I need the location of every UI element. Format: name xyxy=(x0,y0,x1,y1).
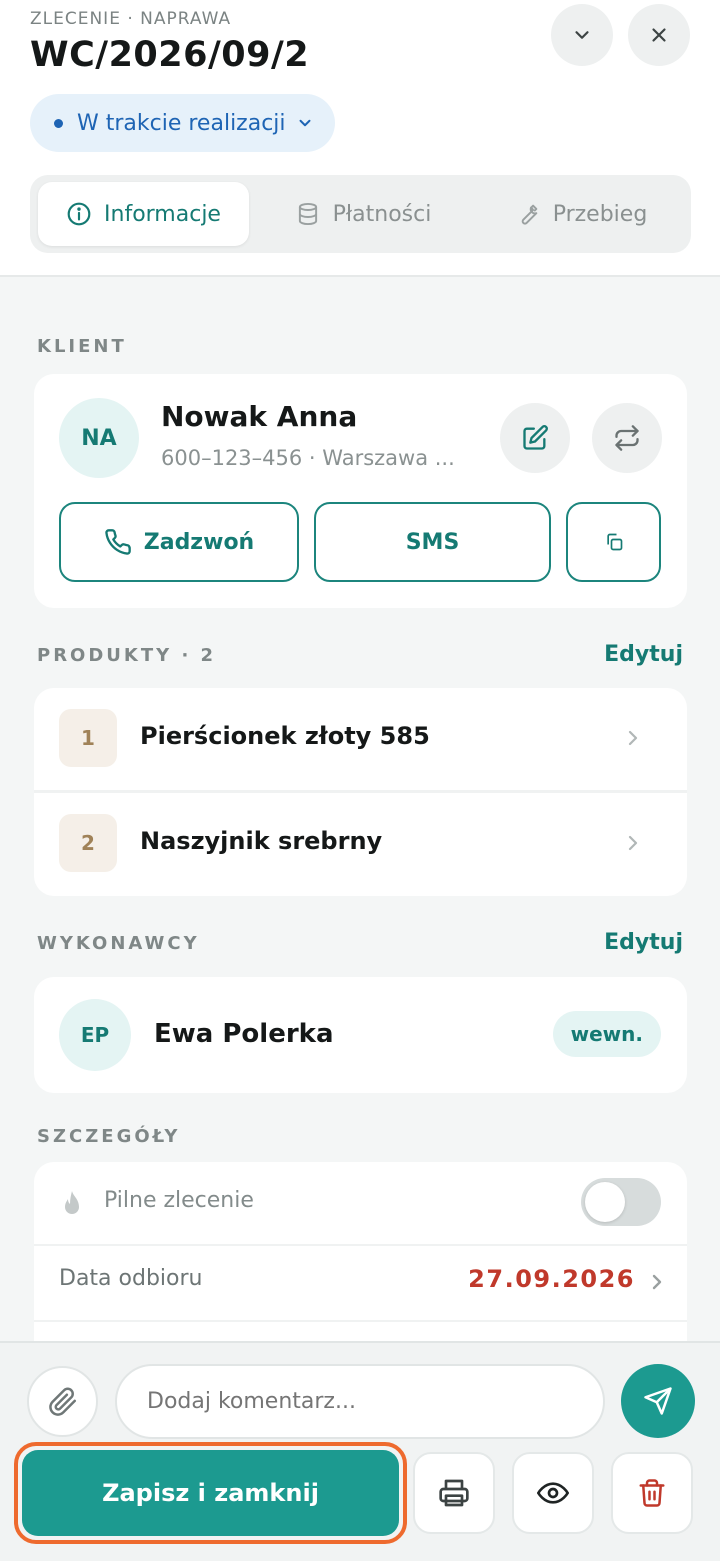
client-card: NA Nowak Anna 600–123–456 · Warszawa ...… xyxy=(34,374,687,608)
printer-icon xyxy=(439,1479,469,1507)
attach-button[interactable] xyxy=(27,1366,98,1437)
sms-button[interactable]: SMS xyxy=(314,502,551,582)
chevron-down-icon xyxy=(299,119,311,127)
copy-icon xyxy=(606,533,622,551)
urgent-row: Pilne zlecenie xyxy=(34,1162,687,1242)
product-name: Pierścionek złoty 585 xyxy=(140,722,430,750)
print-button[interactable] xyxy=(413,1452,495,1534)
avatar: EP xyxy=(59,999,131,1071)
urgent-label: Pilne zlecenie xyxy=(104,1188,254,1213)
status-dropdown[interactable]: W trakcie realizacji xyxy=(30,94,335,152)
status-dot xyxy=(54,118,63,128)
save-button-label: Zapisz i zamknij xyxy=(102,1479,319,1507)
tab-przebieg[interactable]: Przebieg xyxy=(476,182,686,246)
products-card: 1 Pierścionek złoty 585 2 Naszyjnik sreb… xyxy=(34,688,687,896)
tab-informacje[interactable]: Informacje xyxy=(38,182,249,246)
edit-products-link[interactable]: Edytuj xyxy=(604,642,683,667)
copy-button[interactable] xyxy=(566,502,661,582)
preview-button[interactable] xyxy=(512,1452,594,1534)
swap-icon xyxy=(615,425,639,451)
chevron-right-icon xyxy=(652,1274,662,1290)
tab-label: Płatności xyxy=(332,201,432,227)
edit-icon xyxy=(523,425,548,450)
change-client-button[interactable] xyxy=(592,403,662,473)
status-badge: wewn. xyxy=(552,1011,661,1057)
send-icon xyxy=(644,1387,672,1415)
bottom-action-bar: Zapisz i zamknij xyxy=(0,1341,720,1561)
list-item[interactable]: 2 Naszyjnik srebrny xyxy=(34,793,687,896)
eye-icon xyxy=(537,1482,569,1504)
call-button[interactable]: Zadzwoń xyxy=(59,502,299,582)
divider xyxy=(34,1320,687,1322)
avatar: NA xyxy=(59,398,139,478)
product-name: Naszyjnik srebrny xyxy=(140,827,383,855)
list-item[interactable]: 1 Pierścionek złoty 585 xyxy=(34,688,687,791)
close-button[interactable] xyxy=(628,4,690,66)
trash-icon xyxy=(639,1479,665,1507)
pickup-date-row[interactable]: Data odbioru 27.09.2026 xyxy=(34,1246,687,1326)
chevron-right-icon xyxy=(628,730,638,746)
close-icon xyxy=(652,28,666,42)
wrench-icon xyxy=(521,204,538,225)
save-and-close-button[interactable]: Zapisz i zamknij xyxy=(22,1450,399,1536)
comment-input[interactable] xyxy=(115,1364,605,1439)
database-icon xyxy=(298,202,317,226)
section-title-contractors: WYKONAWCY xyxy=(37,933,200,954)
delete-button[interactable] xyxy=(611,1452,693,1534)
tab-label: Informacje xyxy=(104,201,221,227)
toggle-knob xyxy=(585,1182,625,1222)
edit-client-button[interactable] xyxy=(500,403,570,473)
tab-platnosci[interactable]: Płatności xyxy=(258,182,468,246)
order-type-label: ZLECENIE · NAPRAWA xyxy=(30,9,232,29)
phone-icon xyxy=(105,529,131,555)
status-label: W trakcie realizacji xyxy=(77,110,286,136)
edit-contractors-link[interactable]: Edytuj xyxy=(604,930,683,955)
details-card: Pilne zlecenie Data odbioru 27.09.2026 xyxy=(34,1162,687,1362)
chevron-right-icon xyxy=(628,835,638,851)
collapse-button[interactable] xyxy=(551,4,613,66)
sms-button-label: SMS xyxy=(405,529,460,555)
contractor-name: Ewa Polerka xyxy=(154,1019,334,1049)
send-button[interactable] xyxy=(621,1364,695,1438)
order-header: ZLECENIE · NAPRAWA WC/2026/09/2 W trakci… xyxy=(0,0,720,277)
product-number: 1 xyxy=(59,709,117,767)
pickup-date-value: 27.09.2026 xyxy=(468,1265,635,1293)
flame-icon xyxy=(65,1191,79,1214)
client-phone-city: 600–123–456 · Warszawa ... xyxy=(161,446,455,470)
section-title-products: PRODUKTY · 2 xyxy=(37,645,217,666)
tab-label: Przebieg xyxy=(552,201,648,227)
paperclip-icon xyxy=(48,1387,76,1416)
save-button-highlight: Zapisz i zamknij xyxy=(14,1442,407,1544)
client-name: Nowak Anna xyxy=(161,400,358,433)
section-title-details: SZCZEGÓŁY xyxy=(37,1126,181,1147)
info-icon xyxy=(67,202,91,226)
product-number: 2 xyxy=(59,814,117,872)
urgent-toggle[interactable] xyxy=(581,1178,661,1226)
section-title-client: KLIENT xyxy=(37,336,127,357)
order-number: WC/2026/09/2 xyxy=(30,35,310,75)
pickup-date-label: Data odbioru xyxy=(59,1266,203,1291)
tab-bar: Informacje Płatności Przebieg xyxy=(30,175,691,253)
chevron-down-icon xyxy=(575,31,589,39)
contractor-card[interactable]: EP Ewa Polerka wewn. xyxy=(34,977,687,1093)
call-button-label: Zadzwoń xyxy=(143,529,255,555)
